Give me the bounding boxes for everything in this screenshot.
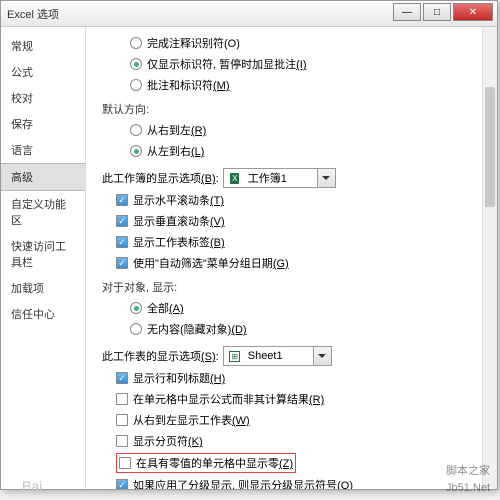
- titlebar: Excel 选项 — □ ✕: [1, 1, 497, 27]
- opt-comment-both: 批注和标识符(M): [147, 77, 230, 93]
- opt-rtl-sheet: 从右到左显示工作表(W): [133, 412, 250, 428]
- radio-obj-none[interactable]: [130, 323, 142, 335]
- sidebar: 常规 公式 校对 保存 语言 高级 自定义功能区 快速访问工具栏 加载项 信任中…: [1, 27, 86, 489]
- label-worksheet-display: 此工作表的显示选项(S):: [102, 348, 219, 364]
- opt-show-zero: 在具有零值的单元格中显示零(Z): [136, 455, 293, 471]
- nav-general[interactable]: 常规: [1, 33, 85, 59]
- opt-outline: 如果应用了分级显示, 则显示分级显示符号(O): [133, 477, 353, 489]
- nav-trust-center[interactable]: 信任中心: [1, 301, 85, 327]
- check-hscroll[interactable]: [116, 194, 128, 206]
- check-vscroll[interactable]: [116, 215, 128, 227]
- opt-obj-all: 全部(A): [147, 300, 184, 316]
- opt-group-dates: 使用"自动筛选"菜单分组日期(G): [133, 255, 289, 271]
- nav-advanced[interactable]: 高级: [1, 163, 85, 191]
- opt-formulas: 在单元格中显示公式而非其计算结果(R): [133, 391, 324, 407]
- nav-customize-ribbon[interactable]: 自定义功能区: [1, 191, 85, 233]
- check-show-zero[interactable]: [119, 457, 131, 469]
- nav-formulas[interactable]: 公式: [1, 59, 85, 85]
- label-workbook-display: 此工作簿的显示选项(B):: [102, 170, 219, 186]
- check-sheet-tabs[interactable]: [116, 236, 128, 248]
- radio-comment-both[interactable]: [130, 79, 142, 91]
- radio-rtl[interactable]: [130, 124, 142, 136]
- vertical-scrollbar[interactable]: [482, 27, 497, 489]
- chevron-down-icon: [313, 347, 331, 365]
- combo-worksheet[interactable]: ⊞ Sheet1: [223, 346, 332, 366]
- check-outline[interactable]: [116, 479, 128, 489]
- check-formulas[interactable]: [116, 393, 128, 405]
- nav-proofing[interactable]: 校对: [1, 85, 85, 111]
- nav-quick-access[interactable]: 快速访问工具栏: [1, 233, 85, 275]
- label-objects: 对于对象, 显示:: [102, 278, 473, 296]
- sheet-icon: ⊞: [227, 348, 243, 364]
- excel-icon: X: [227, 170, 243, 186]
- opt-obj-none: 无内容(隐藏对象)(D): [147, 321, 247, 337]
- opt-ltr: 从左到右(L): [147, 143, 204, 159]
- radio-obj-all[interactable]: [130, 302, 142, 314]
- content-panel: 完成注释识别符(O) 仅显示标识符, 暂停时加显批注(I) 批注和标识符(M) …: [86, 27, 497, 489]
- opt-sheet-tabs: 显示工作表标签(B): [133, 234, 225, 250]
- radio-ltr[interactable]: [130, 145, 142, 157]
- nav-addins[interactable]: 加载项: [1, 275, 85, 301]
- opt-hscroll: 显示水平滚动条(T): [133, 192, 224, 208]
- combo-workbook[interactable]: X 工作簿1: [223, 168, 336, 188]
- radio-comment-none[interactable]: [130, 37, 142, 49]
- window-title: Excel 选项: [7, 6, 59, 22]
- chevron-down-icon: [317, 169, 335, 187]
- scroll-thumb[interactable]: [485, 87, 495, 207]
- opt-comment-indicator: 仅显示标识符, 暂停时加显批注(I): [147, 56, 307, 72]
- close-button[interactable]: ✕: [453, 3, 493, 21]
- nav-save[interactable]: 保存: [1, 111, 85, 137]
- opt-rtl: 从右到左(R): [147, 122, 206, 138]
- check-rtl-sheet[interactable]: [116, 414, 128, 426]
- opt-headers: 显示行和列标题(H): [133, 370, 225, 386]
- label-default-direction: 默认方向:: [102, 100, 473, 118]
- minimize-button[interactable]: —: [393, 3, 421, 21]
- baidu-watermark: Bai: [22, 478, 42, 494]
- opt-page-breaks: 显示分页符(K): [133, 433, 203, 449]
- check-page-breaks[interactable]: [116, 435, 128, 447]
- nav-language[interactable]: 语言: [1, 137, 85, 163]
- radio-comment-indicator[interactable]: [130, 58, 142, 70]
- check-headers[interactable]: [116, 372, 128, 384]
- highlight-zero-option: 在具有零值的单元格中显示零(Z): [116, 453, 296, 473]
- maximize-button[interactable]: □: [423, 3, 451, 21]
- check-group-dates[interactable]: [116, 257, 128, 269]
- site-watermark: 脚本之家Jb51.Net: [446, 461, 490, 494]
- opt-comment-none: 完成注释识别符(O): [147, 35, 240, 51]
- opt-vscroll: 显示垂直滚动条(V): [133, 213, 225, 229]
